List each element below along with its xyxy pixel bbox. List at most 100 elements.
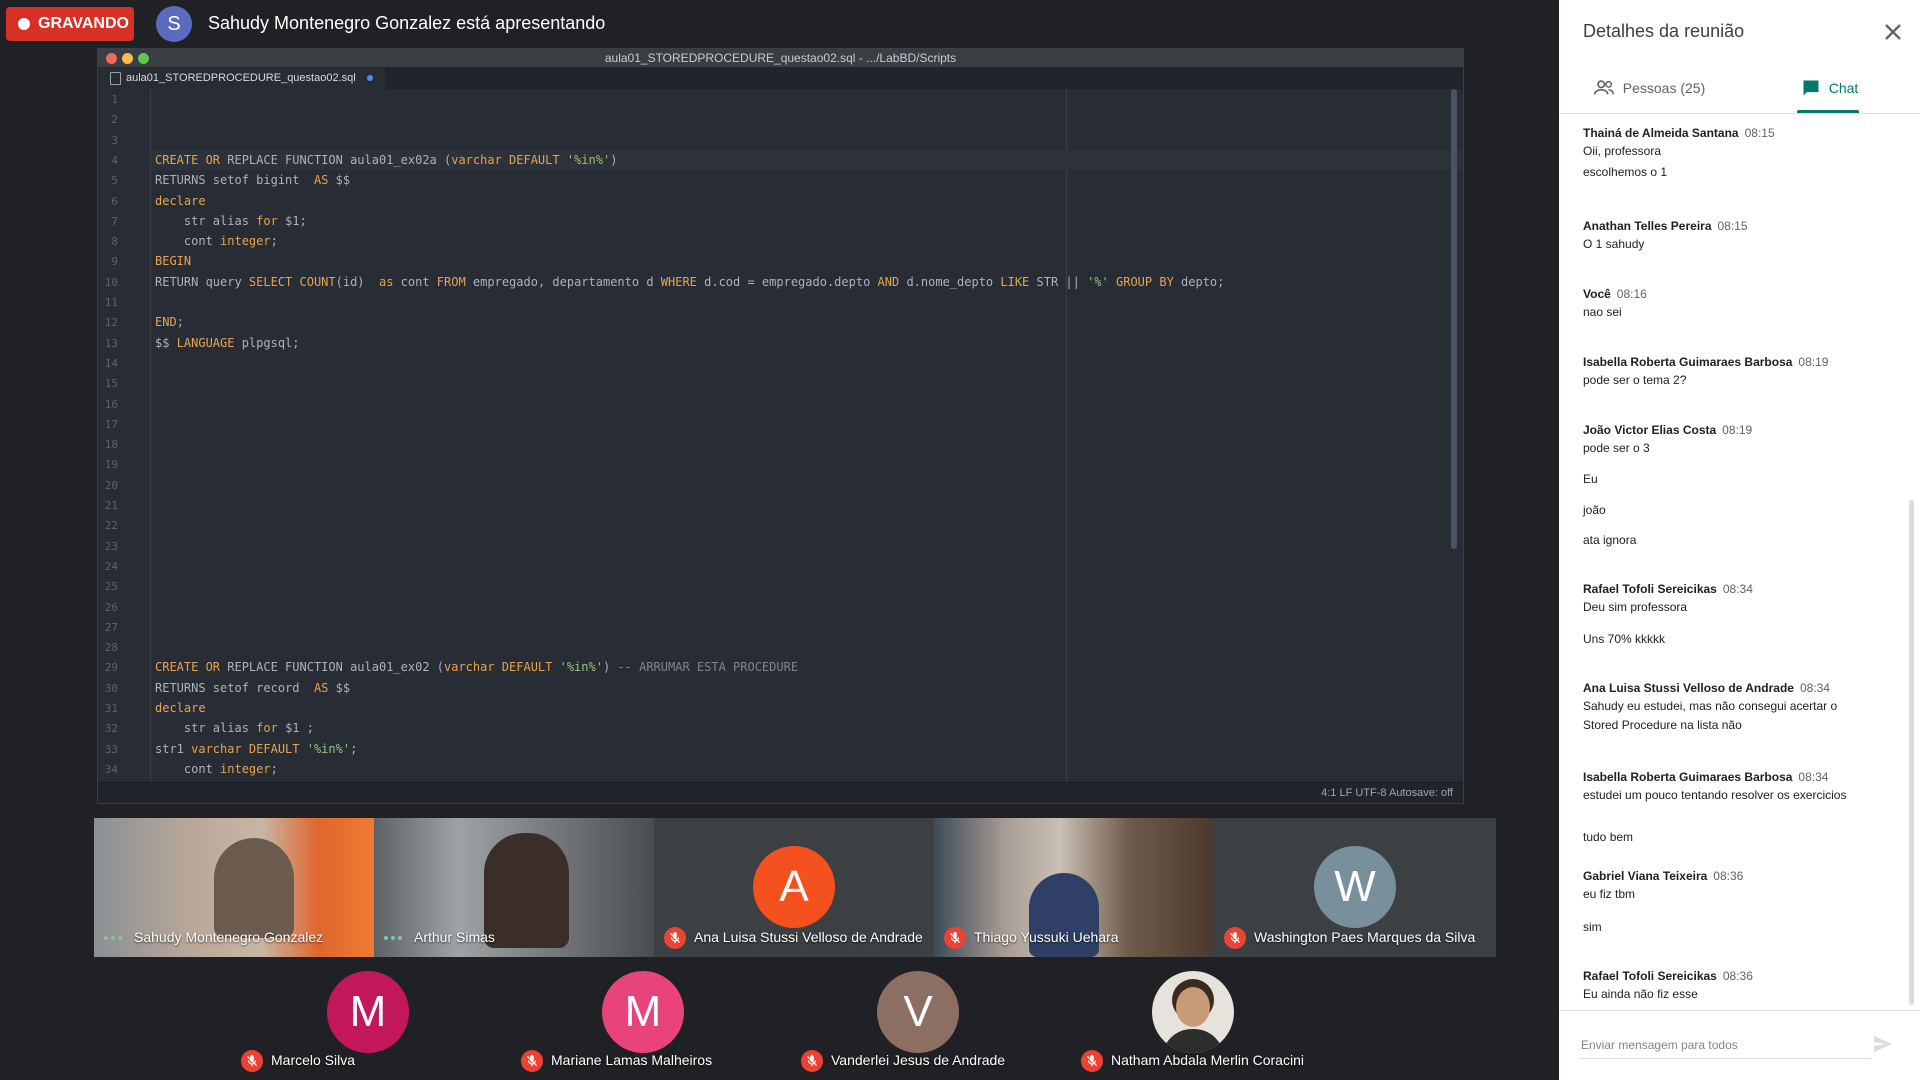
window-maximize-icon[interactable]	[138, 53, 149, 64]
participant-figure	[214, 838, 294, 938]
chat-message: Uns 70% kkkkk	[1583, 630, 1883, 649]
chat-author: Você	[1583, 287, 1611, 301]
line-number: 31	[104, 702, 118, 715]
code-area[interactable]: 1 2 3 4 5 6 7 8 9 10 11 12 13 14 15 16 17 18 19 20 21 22 23 24 2…	[98, 89, 1463, 796]
participant-avatar: V	[877, 971, 959, 1053]
participant-name: Natham Abdala Merlin Coracini	[1111, 1052, 1304, 1068]
send-icon[interactable]	[1871, 1032, 1895, 1056]
line-number: 14	[104, 356, 118, 370]
chat-message-header: Você 08:16	[1583, 285, 1883, 303]
file-icon	[110, 71, 121, 85]
meeting-details-panel: Detalhes da reunião Pessoas (25) Chat Th…	[1559, 0, 1920, 1080]
chat-timestamp: 08:36	[1722, 969, 1753, 983]
chat-message-header: Isabella Roberta Guimaraes Barbosa 08:19	[1583, 353, 1883, 371]
participant-avatar: M	[327, 971, 409, 1053]
editor-tab-label: aula01_STOREDPROCEDURE_questao02.sql	[126, 72, 356, 84]
line-number: 1	[111, 93, 118, 106]
chat-author: Rafael Tofoli Sereicikas	[1583, 582, 1717, 596]
chat-text: ata ignora	[1583, 533, 1637, 547]
line-number: 11	[104, 296, 118, 309]
close-icon[interactable]	[1879, 18, 1907, 46]
line-number: 32	[104, 722, 118, 736]
code-line: CREATE OR REPLACE FUNCTION aula01_ex02a …	[155, 152, 618, 167]
tab-people-label: Pessoas (25)	[1622, 80, 1706, 96]
line-number: 18	[104, 438, 118, 452]
chat-text: Deu sim professora	[1583, 600, 1688, 614]
chat-message: Gabriel Viana Teixeira 08:36 eu fiz tbm	[1583, 867, 1883, 904]
mic-off-icon	[944, 927, 966, 949]
editor-scrollbar[interactable]	[1451, 89, 1457, 549]
chat-author: Anathan Telles Pereira	[1583, 219, 1712, 233]
presenter-avatar: S	[156, 6, 192, 42]
recording-label: GRAVANDO	[38, 15, 129, 32]
chat-author: Thainá de Almeida Santana	[1583, 126, 1739, 140]
tab-chat[interactable]: Chat	[1739, 64, 1920, 112]
mic-off-icon	[241, 1050, 263, 1072]
participant-name: Mariane Lamas Malheiros	[551, 1052, 713, 1068]
chat-timestamp: 08:16	[1616, 287, 1647, 301]
mic-off-icon	[521, 1050, 543, 1072]
participant-tile[interactable]: A Ana Luisa Stussi Velloso de Andrade	[654, 818, 934, 957]
participant-tile[interactable]: M Marcelo Silva	[231, 957, 511, 1080]
wrap-guide	[1066, 89, 1067, 783]
chat-text: estudei um pouco tentando resolver os ex…	[1583, 788, 1847, 802]
chat-timestamp: 08:15	[1744, 126, 1775, 140]
chat-timestamp: 08:19	[1722, 423, 1753, 437]
chat-message: tudo bem	[1583, 828, 1883, 847]
chat-message-list[interactable]: Thainá de Almeida Santana 08:15 Oii, profe…	[1559, 114, 1920, 1006]
chat-timestamp: 08:34	[1799, 681, 1830, 695]
code-line: END;	[155, 315, 184, 330]
chat-author: Isabella Roberta Guimaraes Barbosa	[1583, 770, 1793, 784]
chat-scrollbar[interactable]	[1909, 500, 1914, 1005]
participant-tile[interactable]: Thiago Yussuki Uehara	[934, 818, 1214, 957]
chat-text: Uns 70% kkkkk	[1583, 632, 1666, 646]
line-number: 19	[104, 458, 118, 472]
people-icon	[1593, 80, 1614, 95]
participant-name: Arthur Simas	[414, 929, 495, 945]
line-number: 9	[111, 255, 118, 269]
participant-tile[interactable]: Arthur Simas	[374, 818, 654, 957]
chat-message-header: Thainá de Almeida Santana 08:15	[1583, 124, 1883, 142]
chat-timestamp: 08:15	[1717, 219, 1748, 233]
chat-text: O 1 sahudy	[1583, 237, 1645, 251]
participant-tile[interactable]: V Vanderlei Jesus de Andrade	[791, 957, 1071, 1080]
chat-text: Eu ainda não fiz esse	[1583, 987, 1698, 1001]
line-number: 28	[104, 641, 118, 655]
line-number: 7	[111, 214, 118, 228]
chat-author: Isabella Roberta Guimaraes Barbosa	[1583, 355, 1793, 369]
line-number: 30	[104, 681, 118, 695]
participant-tile[interactable]: Sahudy Montenegro Gonzalez	[94, 818, 374, 957]
participant-name: Washington Paes Marques da Silva	[1254, 929, 1476, 945]
chat-message-input[interactable]	[1579, 1032, 1871, 1059]
editor-window-title: aula01_STOREDPROCEDURE_questao02.sql - .…	[604, 51, 957, 65]
code-line: declare	[155, 701, 206, 715]
line-number: 12	[104, 316, 118, 330]
participant-tile[interactable]: W Washington Paes Marques da Silva	[1214, 818, 1496, 957]
line-number: 3	[111, 133, 118, 147]
window-minimize-icon[interactable]	[122, 53, 133, 64]
tab-chat-label: Chat	[1828, 80, 1859, 96]
line-number: 13	[104, 336, 118, 350]
presenter-text: Sahudy Montenegro Gonzalez está apresent…	[208, 13, 606, 33]
participant-name: Marcelo Silva	[271, 1052, 356, 1068]
participant-tile[interactable]: Natham Abdala Merlin Coracini	[1071, 957, 1331, 1080]
chat-message-header: Isabella Roberta Guimaraes Barbosa 08:34	[1583, 768, 1883, 786]
tab-people[interactable]: Pessoas (25)	[1559, 64, 1739, 112]
chat-message-header: Gabriel Viana Teixeira 08:36	[1583, 867, 1883, 885]
chat-text: escolhemos o 1	[1583, 165, 1668, 179]
participant-avatar: M	[602, 971, 684, 1053]
chat-text: sim	[1583, 920, 1602, 934]
line-number: 24	[104, 559, 118, 573]
window-close-icon[interactable]	[106, 53, 117, 64]
code-line: BEGIN	[155, 254, 192, 269]
participant-tile[interactable]: M Mariane Lamas Malheiros	[511, 957, 791, 1080]
chat-author: Gabriel Viana Teixeira	[1583, 869, 1708, 883]
editor-status-text: 4:1 LF UTF-8 Autosave: off	[1321, 787, 1453, 799]
chat-message-header: Anathan Telles Pereira 08:15	[1583, 217, 1883, 235]
code-line: RETURNS setof bigint AS $$	[155, 173, 351, 188]
line-number: 29	[104, 661, 118, 675]
chat-message: Você 08:16 nao sei	[1583, 285, 1883, 322]
line-number: 27	[104, 620, 118, 634]
editor-file-tab[interactable]: aula01_STOREDPROCEDURE_questao02.sql	[98, 67, 385, 89]
chat-author: João Victor Elias Costa	[1583, 423, 1717, 437]
